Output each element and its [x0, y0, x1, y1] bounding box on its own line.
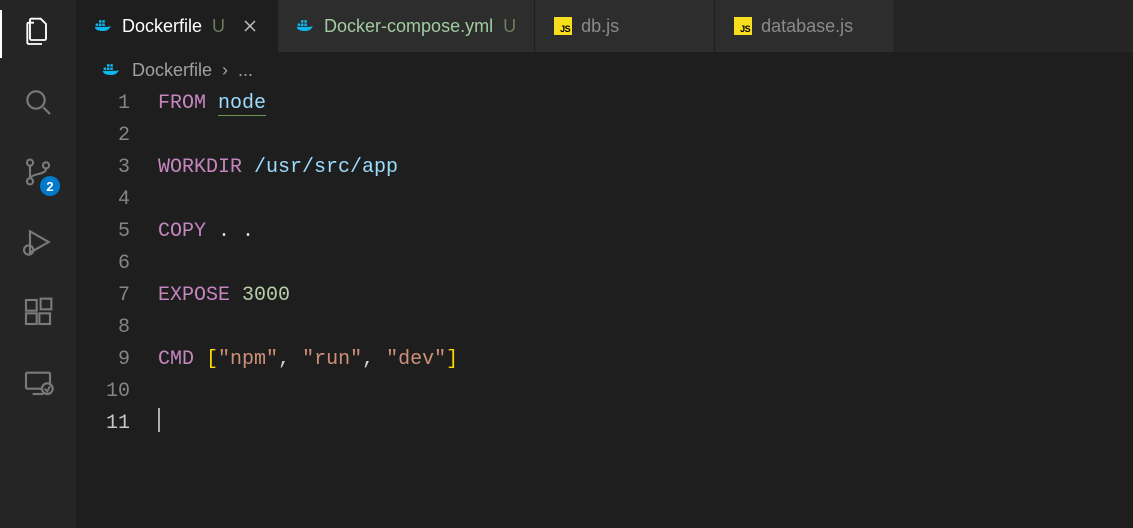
line-number: 9 [76, 344, 130, 376]
token [242, 156, 254, 179]
chevron-right-icon: › [222, 60, 228, 81]
code-area[interactable]: FROM node WORKDIR /usr/src/app COPY . . EXP… [158, 88, 1133, 528]
token: COPY [158, 220, 206, 243]
text-cursor [158, 408, 160, 432]
line-number: 4 [76, 184, 130, 216]
extensions-activity[interactable] [18, 294, 58, 334]
tab-database-js[interactable]: JS database.js [715, 0, 895, 52]
line-number: 2 [76, 120, 130, 152]
line-number-gutter: 1234567891011 [76, 88, 158, 528]
search-icon [22, 86, 54, 123]
run-debug-activity[interactable] [18, 224, 58, 264]
tab-dockerfile[interactable]: Dockerfile U [76, 0, 278, 52]
token: 3000 [242, 284, 290, 307]
code-line[interactable] [158, 248, 1133, 280]
code-line[interactable]: FROM node [158, 88, 1133, 120]
token: [ [206, 348, 218, 371]
token [206, 92, 218, 115]
code-line[interactable] [158, 376, 1133, 408]
line-number: 5 [76, 216, 130, 248]
token: EXPOSE [158, 284, 230, 307]
source-control-activity[interactable]: 2 [18, 154, 58, 194]
tab-label: Docker-compose.yml [324, 16, 493, 37]
modified-indicator: U [503, 16, 516, 37]
token: FROM [158, 92, 206, 115]
token: CMD [158, 348, 194, 371]
activity-bar: 2 [0, 0, 76, 528]
play-bug-icon [22, 226, 54, 263]
files-icon [22, 16, 54, 53]
line-number: 7 [76, 280, 130, 312]
app-root: 2 [0, 0, 1133, 528]
remote-activity[interactable] [18, 364, 58, 404]
remote-icon [22, 366, 54, 403]
line-number: 1 [76, 88, 130, 120]
tab-db-js[interactable]: JS db.js [535, 0, 715, 52]
editor-group: Dockerfile U Docker-compose.yml U JS db.js JS d… [76, 0, 1133, 528]
tab-docker-compose-yml[interactable]: Docker-compose.yml U [278, 0, 535, 52]
token: WORKDIR [158, 156, 242, 179]
token [194, 348, 206, 371]
token: . . [206, 220, 254, 243]
token: , [278, 348, 302, 371]
token: "run" [302, 348, 362, 371]
breadcrumb-more[interactable]: ... [238, 60, 253, 81]
line-number: 10 [76, 376, 130, 408]
token: node [218, 92, 266, 116]
js-icon: JS [553, 16, 573, 36]
js-icon: JS [733, 16, 753, 36]
token: ] [446, 348, 458, 371]
code-line[interactable]: EXPOSE 3000 [158, 280, 1133, 312]
token [230, 284, 242, 307]
search-activity[interactable] [18, 84, 58, 124]
code-line[interactable]: WORKDIR /usr/src/app [158, 152, 1133, 184]
docker-icon [94, 16, 114, 36]
token: "dev" [386, 348, 446, 371]
code-line[interactable] [158, 120, 1133, 152]
tab-label: Dockerfile [122, 16, 202, 37]
code-line[interactable] [158, 184, 1133, 216]
scm-badge: 2 [40, 176, 60, 196]
line-number: 11 [76, 408, 130, 440]
modified-indicator: U [212, 16, 225, 37]
breadcrumb-file[interactable]: Dockerfile [132, 60, 212, 81]
extensions-icon [22, 296, 54, 333]
code-line[interactable] [158, 408, 1133, 440]
code-line[interactable]: COPY . . [158, 216, 1133, 248]
code-line[interactable]: CMD ["npm", "run", "dev"] [158, 344, 1133, 376]
line-number: 3 [76, 152, 130, 184]
editor[interactable]: 1234567891011 FROM node WORKDIR /usr/src/… [76, 88, 1133, 528]
line-number: 6 [76, 248, 130, 280]
code-line[interactable] [158, 312, 1133, 344]
token: , [362, 348, 386, 371]
explorer-activity[interactable] [18, 14, 58, 54]
docker-icon [296, 16, 316, 36]
token: "npm" [218, 348, 278, 371]
tab-bar: Dockerfile U Docker-compose.yml U JS db.js JS d… [76, 0, 1133, 52]
token: /usr/src/app [254, 156, 398, 179]
close-icon[interactable] [241, 17, 259, 35]
tab-label: db.js [581, 16, 619, 37]
docker-icon [102, 60, 122, 80]
line-number: 8 [76, 312, 130, 344]
breadcrumb[interactable]: Dockerfile › ... [76, 52, 1133, 88]
tab-label: database.js [761, 16, 853, 37]
